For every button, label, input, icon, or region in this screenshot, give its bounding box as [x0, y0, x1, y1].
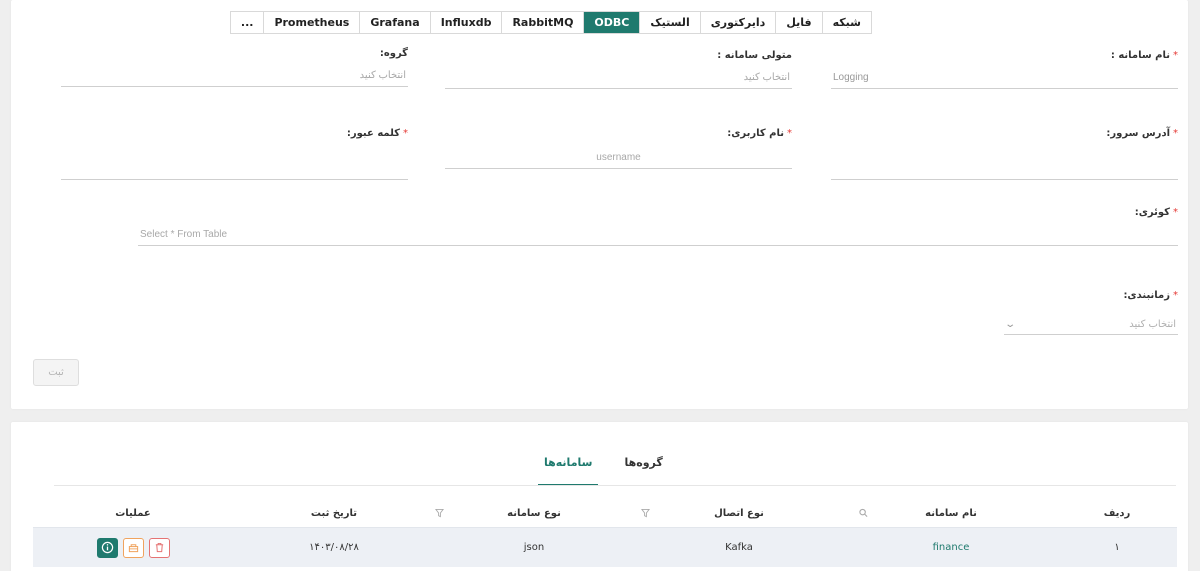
schedule-label: *زمانبندی: — [1004, 289, 1178, 303]
required-mark: * — [1173, 290, 1178, 301]
query-label: *کوئری: — [138, 206, 1178, 220]
schedule-placeholder: انتخاب کنید — [1129, 319, 1176, 330]
table-row: ۱ finance Kafka json ۱۴۰۳/۰۸/۲۸ — [33, 527, 1177, 567]
query-field: *کوئری: — [138, 206, 1178, 246]
password-input[interactable] — [61, 158, 408, 180]
tab-systems[interactable]: سامانه‌ها — [538, 452, 599, 486]
col-created-date: تاریخ ثبت — [310, 507, 358, 519]
edit-icon — [128, 544, 138, 553]
required-mark: * — [1173, 50, 1178, 61]
tab-elastic[interactable]: الستیک — [639, 12, 699, 33]
integration-tabs: شبکه فایل دایرکتوری الستیک ODBC RabbitMQ… — [229, 11, 872, 34]
server-address-field: *آدرس سرور: — [831, 127, 1178, 180]
tab-prometheus[interactable]: Prometheus — [263, 12, 359, 33]
required-mark: * — [403, 128, 408, 139]
tab-odbc[interactable]: ODBC — [583, 12, 640, 33]
required-mark: * — [1173, 207, 1178, 218]
col-system-type: نوع سامانه — [435, 499, 633, 527]
delete-button[interactable] — [148, 537, 170, 558]
filter-icon[interactable] — [641, 508, 650, 518]
col-index: ردیف — [1103, 507, 1131, 519]
query-input[interactable] — [138, 224, 1178, 246]
schedule-label-text: زمانبندی: — [1123, 290, 1170, 301]
tab-influxdb[interactable]: Influxdb — [429, 12, 502, 33]
password-label-text: کلمه عبور: — [346, 128, 400, 139]
list-tabs: سامانه‌ها گروه‌ها — [538, 452, 663, 486]
system-name-label: *نام سامانه : — [831, 49, 1178, 63]
username-label-text: نام کاربری: — [727, 128, 784, 139]
required-mark: * — [787, 128, 792, 139]
systems-list-card: سامانه‌ها گروه‌ها ردیف نام سامانه نوع ات… — [11, 422, 1188, 571]
chevron-down-icon: ⌄ — [1004, 319, 1017, 330]
system-owner-select[interactable] — [445, 67, 792, 89]
system-owner-label: متولی سامانه : — [717, 50, 792, 61]
row-connection-type: Kafka — [725, 542, 753, 553]
col-system-type-label: نوع سامانه — [507, 507, 561, 519]
username-label: *نام کاربری: — [445, 127, 792, 141]
filter-icon[interactable] — [435, 508, 444, 518]
search-icon[interactable] — [859, 508, 868, 518]
row-actions — [96, 537, 170, 558]
systems-table: ردیف نام سامانه نوع اتصال نوع سامانه تار… — [33, 499, 1177, 567]
row-system-name: finance — [845, 528, 1057, 567]
trash-icon — [155, 543, 163, 553]
tab-rabbitmq[interactable]: RabbitMQ — [501, 12, 583, 33]
system-name-link[interactable]: finance — [933, 542, 970, 553]
tab-network[interactable]: شبکه — [821, 12, 871, 33]
system-name-field: *نام سامانه : — [831, 49, 1178, 89]
row-operations — [33, 528, 233, 567]
group-select[interactable] — [61, 65, 408, 87]
server-address-input[interactable] — [831, 158, 1178, 180]
group-field: گروه: — [61, 47, 408, 87]
col-system-name-label: نام سامانه — [925, 507, 977, 519]
server-address-label: *آدرس سرور: — [831, 127, 1178, 141]
tab-file[interactable]: فایل — [775, 12, 821, 33]
query-label-text: کوئری: — [1134, 207, 1170, 218]
system-form-card: شبکه فایل دایرکتوری الستیک ODBC RabbitMQ… — [11, 0, 1188, 409]
tab-grafana[interactable]: Grafana — [359, 12, 429, 33]
schedule-select[interactable]: انتخاب کنید ⌄ — [1004, 315, 1178, 335]
row-index: ۱ — [1114, 542, 1120, 553]
username-field: *نام کاربری: — [445, 127, 792, 169]
username-input[interactable] — [445, 147, 792, 169]
col-operations: عملیات — [115, 507, 151, 519]
tab-directory[interactable]: دایرکتوری — [699, 12, 776, 33]
col-system-name: نام سامانه — [845, 499, 1057, 527]
server-address-label-text: آدرس سرور: — [1106, 128, 1170, 139]
edit-button[interactable] — [122, 537, 144, 558]
password-label: *کلمه عبور: — [61, 127, 408, 141]
table-header: ردیف نام سامانه نوع اتصال نوع سامانه تار… — [33, 499, 1177, 527]
required-mark: * — [1173, 128, 1178, 139]
system-name-label-text: نام سامانه : — [1110, 50, 1170, 61]
submit-button[interactable]: ثبت — [33, 359, 79, 386]
schedule-field: *زمانبندی: انتخاب کنید ⌄ — [1004, 289, 1178, 335]
system-name-input[interactable] — [831, 67, 1178, 89]
info-button[interactable] — [96, 537, 118, 558]
password-field: *کلمه عبور: — [61, 127, 408, 180]
divider — [54, 485, 1176, 486]
system-owner-field: متولی سامانه : — [445, 49, 792, 89]
row-created-date: ۱۴۰۳/۰۸/۲۸ — [309, 542, 359, 553]
tab-more[interactable]: ... — [231, 12, 264, 33]
col-connection-type: نوع اتصال — [633, 499, 845, 527]
tab-groups[interactable]: گروه‌ها — [618, 452, 668, 486]
info-icon — [101, 541, 113, 554]
row-system-type: json — [523, 542, 545, 553]
col-connection-type-label: نوع اتصال — [714, 507, 764, 519]
group-label: گروه: — [379, 48, 408, 59]
